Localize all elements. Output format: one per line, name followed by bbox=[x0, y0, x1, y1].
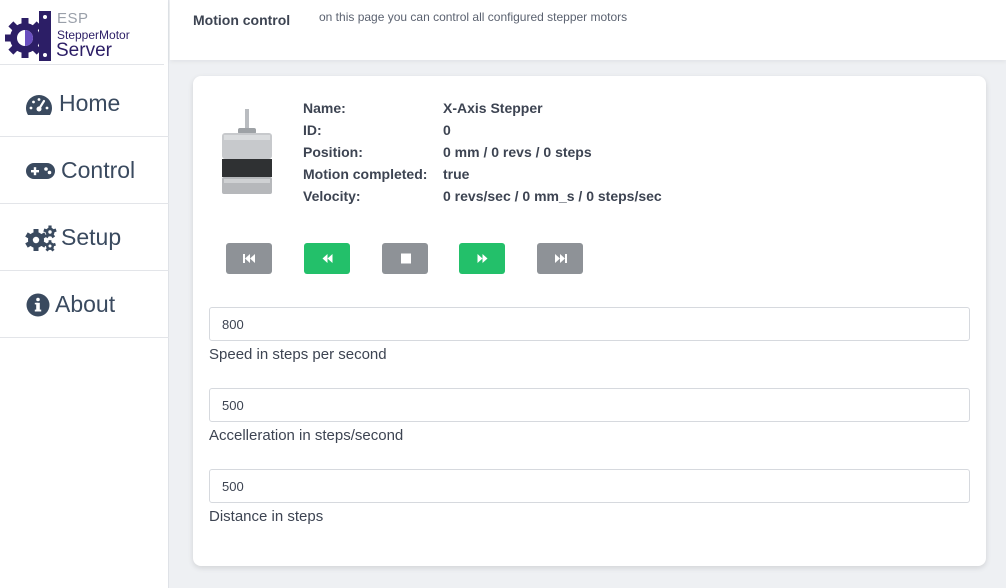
motion-completed-value: true bbox=[443, 166, 470, 182]
logo-text-esp: ESP bbox=[57, 10, 89, 27]
app-logo[interactable]: ESP StepperMotor Server bbox=[0, 0, 164, 65]
gear-logo-icon bbox=[5, 11, 51, 61]
motor-name-value: X-Axis Stepper bbox=[443, 100, 543, 116]
sidebar-item-label: About bbox=[55, 291, 116, 317]
stepper-motor-card: Name: X-Axis Stepper ID: 0 Position: 0 m… bbox=[193, 76, 986, 566]
acceleration-label: Accelleration in steps/second bbox=[209, 427, 404, 444]
logo-text-server: Server bbox=[56, 40, 112, 61]
speed-input[interactable] bbox=[209, 307, 970, 341]
dashboard-icon bbox=[25, 95, 53, 115]
sidebar-item-about[interactable]: About bbox=[0, 271, 169, 338]
speed-label: Speed in steps per second bbox=[209, 346, 387, 363]
page-header: Motion control on this page you can cont… bbox=[170, 0, 1006, 60]
page-subtitle: on this page you can control all configu… bbox=[319, 10, 628, 24]
sidebar-item-home[interactable]: Home bbox=[0, 70, 169, 137]
forward-button[interactable] bbox=[459, 243, 505, 274]
fast-forward-icon bbox=[554, 254, 567, 263]
motor-position-value: 0 mm / 0 revs / 0 steps bbox=[443, 144, 592, 160]
backward-button[interactable] bbox=[304, 243, 350, 274]
sidebar: ESP StepperMotor Server Home Control Set… bbox=[0, 0, 169, 588]
sidebar-item-control[interactable]: Control bbox=[0, 137, 169, 204]
motor-velocity-value: 0 revs/sec / 0 mm_s / 0 steps/sec bbox=[443, 188, 662, 204]
motor-velocity-label: Velocity: bbox=[303, 188, 361, 204]
motor-id-value: 0 bbox=[443, 122, 451, 138]
sidebar-item-label: Control bbox=[61, 157, 136, 183]
sidebar-item-setup[interactable]: Setup bbox=[0, 204, 169, 271]
backward-icon bbox=[322, 254, 332, 263]
forward-icon bbox=[477, 254, 487, 263]
stepper-motor-image bbox=[222, 109, 272, 194]
motor-position-label: Position: bbox=[303, 144, 363, 160]
acceleration-input[interactable] bbox=[209, 388, 970, 422]
distance-input[interactable] bbox=[209, 469, 970, 503]
distance-label: Distance in steps bbox=[209, 508, 324, 525]
info-circle-icon bbox=[26, 293, 50, 317]
fast-backward-button[interactable] bbox=[226, 243, 272, 274]
fast-backward-icon bbox=[242, 254, 255, 263]
page-title: Motion control bbox=[193, 12, 291, 28]
gears-icon bbox=[25, 225, 57, 252]
stop-button[interactable] bbox=[382, 243, 428, 274]
gamepad-icon bbox=[26, 163, 55, 179]
motor-id-label: ID: bbox=[303, 122, 322, 138]
stop-icon bbox=[400, 253, 411, 264]
sidebar-item-label: Home bbox=[59, 90, 121, 116]
motor-name-label: Name: bbox=[303, 100, 346, 116]
fast-forward-button[interactable] bbox=[537, 243, 583, 274]
motion-completed-label: Motion completed: bbox=[303, 166, 428, 182]
sidebar-item-label: Setup bbox=[61, 224, 122, 250]
